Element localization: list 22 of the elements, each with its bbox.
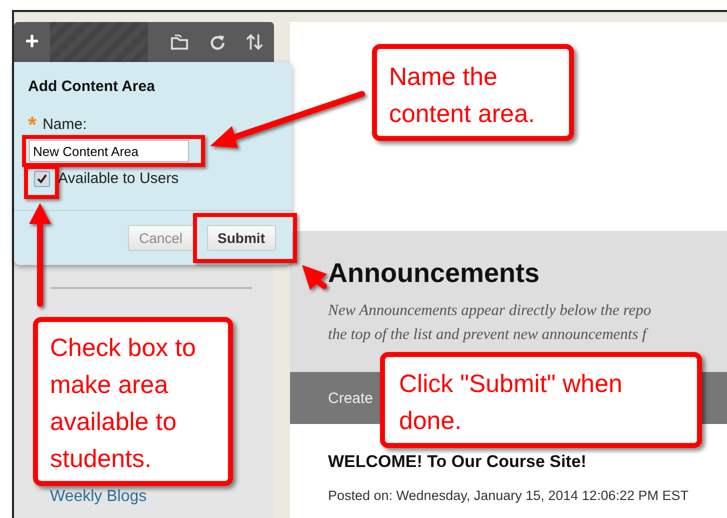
name-input-field[interactable]: New Content Area (29, 140, 189, 162)
create-button[interactable]: Create (328, 390, 374, 406)
folder-icon[interactable] (170, 34, 189, 50)
description-text: the top of the list and prevent new announcements f (328, 325, 650, 345)
add-button[interactable]: + (14, 22, 50, 62)
dialog-title: Add Content Area (28, 78, 155, 95)
arrow (302, 265, 327, 290)
refresh-icon[interactable] (210, 33, 225, 51)
callout-note: Name the content area. (372, 44, 574, 141)
callout-note: Click "Submit" when done. (380, 352, 702, 448)
name-label: Name: (42, 116, 87, 133)
page-heading: Announcements (328, 257, 541, 289)
sort-icon[interactable] (246, 33, 263, 51)
available-checkbox[interactable] (34, 170, 50, 186)
post-date: Posted on: Wednesday, January 15, 2014 12:06:22 PM EST (328, 488, 690, 503)
required-icon: * (28, 116, 37, 132)
submit-button[interactable]: Submit (206, 225, 276, 251)
post-title: WELCOME! To Our Course Site! (328, 452, 588, 472)
sidebar-link[interactable]: Weekly Blogs (50, 488, 147, 505)
available-label: Available to Users (58, 170, 179, 187)
callout-note: Check box to make area available to students. (33, 317, 233, 486)
description-text: New Announcements appear directly below the repo (328, 301, 652, 321)
